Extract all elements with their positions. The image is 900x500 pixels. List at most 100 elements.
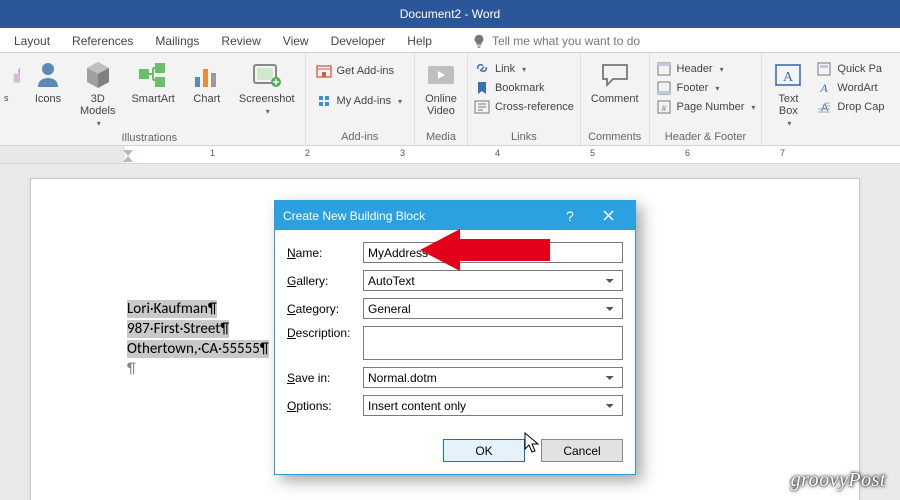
ribbon-wordart-button[interactable]: A WordArt [816, 80, 884, 96]
dropdown-caret-icon: ▾ [95, 119, 101, 128]
dropcap-icon: A [816, 99, 832, 115]
chart-icon [191, 59, 223, 91]
name-input[interactable] [363, 242, 623, 263]
tab-developer[interactable]: Developer [331, 34, 386, 52]
gallery-select[interactable]: AutoText [363, 270, 623, 291]
ribbon-tabs: Layout References Mailings Review View D… [0, 28, 900, 53]
label-gallery: Gallery: [287, 274, 363, 288]
ribbon-icons-button[interactable]: s [0, 57, 20, 105]
ribbon-footer-label: Footer [677, 82, 709, 94]
ribbon-get-addins-label: Get Add-ins [337, 65, 394, 77]
category-select[interactable]: General [363, 298, 623, 319]
ribbon-online-video-button[interactable]: Online Video [421, 57, 461, 119]
ribbon-wordart-label: WordArt [837, 82, 877, 94]
ribbon-chart-label: Chart [193, 93, 220, 105]
tab-review[interactable]: Review [221, 34, 260, 52]
dropdown-caret-icon: ▾ [396, 97, 402, 106]
group-illustrations-label: Illustrations [0, 130, 299, 144]
ribbon-3dmodels-label: 3D Models [80, 93, 115, 117]
svg-text:#: # [661, 104, 666, 113]
ribbon-comment-button[interactable]: Comment [587, 57, 643, 107]
horizontal-ruler[interactable]: 1 2 3 4 5 6 7 [0, 146, 900, 164]
lightbulb-icon [472, 34, 486, 48]
group-illustrations: s Icons 3D Models ▾ SmartArt Chart Sc [0, 53, 306, 145]
ribbon-quickparts-label: Quick Pa [837, 63, 882, 75]
doc-line-1: Lori·Kaufman¶ [127, 300, 217, 318]
ribbon-chart-button[interactable]: Chart [187, 57, 227, 107]
doc-line-4: ¶ [127, 360, 136, 378]
group-comments-label: Comments [587, 129, 643, 143]
dialog-close-button[interactable] [589, 201, 627, 230]
tell-me-search[interactable]: Tell me what you want to do [472, 34, 640, 52]
dropdown-caret-icon: ▾ [718, 65, 724, 74]
ribbon-get-addins-button[interactable]: Get Add-ins [316, 63, 402, 79]
savein-select[interactable]: Normal.dotm [363, 367, 623, 388]
smartart-icon [137, 59, 169, 91]
header-icon [656, 61, 672, 77]
footer-icon [656, 80, 672, 96]
dialog-title-text: Create New Building Block [283, 209, 425, 223]
tab-view[interactable]: View [283, 34, 309, 52]
group-addins-label: Add-ins [312, 129, 408, 143]
group-text-label [768, 130, 884, 144]
svg-text:A: A [783, 70, 794, 85]
tab-references[interactable]: References [72, 34, 133, 52]
ribbon-body: s Icons 3D Models ▾ SmartArt Chart Sc [0, 53, 900, 146]
shapes-icon [10, 59, 20, 91]
crossref-icon [474, 99, 490, 115]
dialog-titlebar[interactable]: Create New Building Block ? [275, 201, 635, 230]
options-select[interactable]: Insert content only [363, 395, 623, 416]
ribbon-screenshot-label: Screenshot [239, 93, 295, 105]
label-savein: Save in: [287, 371, 363, 385]
page-number-icon: # [656, 99, 672, 115]
ribbon-smartart-button[interactable]: SmartArt [127, 57, 178, 107]
dropdown-caret-icon: ▾ [785, 119, 791, 128]
ribbon-textbox-label: Text Box [778, 93, 798, 117]
ok-button[interactable]: OK [443, 439, 525, 462]
doc-line-2: 987·First·Street¶ [127, 320, 229, 338]
ribbon-quickparts-button[interactable]: Quick Pa [816, 61, 884, 77]
group-comments: Comment Comments [581, 53, 650, 145]
description-textarea[interactable] [363, 326, 623, 360]
link-icon [474, 61, 490, 77]
dialog-help-button[interactable]: ? [551, 201, 589, 230]
dropdown-caret-icon: ▾ [264, 107, 270, 116]
group-text: A Text Box ▾ Quick Pa A WordArt A Drop C… [762, 53, 890, 145]
ribbon-3dmodels-button[interactable]: 3D Models ▾ [76, 57, 119, 130]
ribbon-icons-button2[interactable]: Icons [28, 57, 68, 107]
selected-text-block[interactable]: Lori·Kaufman¶ 987·First·Street¶ Othertow… [127, 299, 269, 379]
dropdown-caret-icon: ▾ [749, 103, 755, 112]
create-building-block-dialog: Create New Building Block ? Name: Galler… [274, 200, 636, 475]
ribbon-link-button[interactable]: Link ▾ [474, 61, 574, 77]
ribbon-footer-button[interactable]: Footer▾ [656, 80, 756, 96]
wordart-icon: A [816, 80, 832, 96]
addins-icon [316, 93, 332, 109]
svg-text:A: A [820, 81, 829, 95]
tab-mailings[interactable]: Mailings [155, 34, 199, 52]
watermark: groovyPost [791, 469, 886, 492]
ribbon-bookmark-button[interactable]: Bookmark [474, 80, 574, 96]
indent-marker-icon[interactable] [122, 149, 136, 163]
ribbon-header-label: Header [677, 63, 713, 75]
group-headerfooter: Header▾ Footer▾ # Page Number▾ Header & … [650, 53, 763, 145]
ribbon-my-addins-button[interactable]: My Add-ins ▾ [316, 93, 402, 109]
group-links: Link ▾ Bookmark Cross-reference Links [468, 53, 581, 145]
label-options: Options: [287, 399, 363, 413]
group-links-label: Links [474, 129, 574, 143]
bookmark-icon [474, 80, 490, 96]
ribbon-screenshot-button[interactable]: Screenshot ▾ [235, 57, 299, 118]
ribbon-dropcap-button[interactable]: A Drop Cap [816, 99, 884, 115]
store-icon [316, 63, 332, 79]
ribbon-crossref-label: Cross-reference [495, 101, 574, 113]
ribbon-crossref-button[interactable]: Cross-reference [474, 99, 574, 115]
ribbon-textbox-button[interactable]: A Text Box ▾ [768, 57, 808, 130]
tab-layout[interactable]: Layout [14, 34, 50, 52]
comment-icon [599, 59, 631, 91]
tab-help[interactable]: Help [407, 34, 432, 52]
group-media-label: Media [421, 129, 461, 143]
quickparts-icon [816, 61, 832, 77]
ribbon-header-button[interactable]: Header ▾ [656, 61, 756, 77]
ribbon-page-number-button[interactable]: # Page Number▾ [656, 99, 756, 115]
cancel-button[interactable]: Cancel [541, 439, 623, 462]
tell-me-placeholder: Tell me what you want to do [492, 34, 640, 48]
